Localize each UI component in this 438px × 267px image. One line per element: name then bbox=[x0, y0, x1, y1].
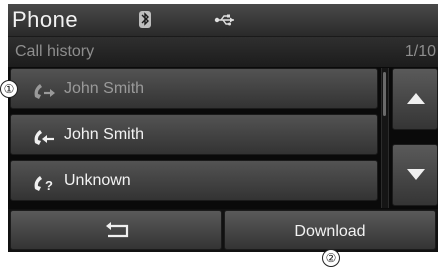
scroll-down-button[interactable] bbox=[392, 144, 438, 206]
phone-screen: Phone Call history 1/10 John Smith John … bbox=[8, 4, 438, 252]
call-name: Unknown bbox=[64, 172, 131, 189]
download-label: Download bbox=[294, 223, 366, 240]
call-name: John Smith bbox=[64, 126, 145, 143]
call-name: John Smith bbox=[64, 80, 145, 97]
usb-icon bbox=[214, 14, 234, 26]
scrollbar-thumb[interactable] bbox=[383, 72, 386, 116]
call-history-header: Call history 1/10 bbox=[8, 37, 438, 67]
call-row-2[interactable]: John Smith bbox=[10, 114, 378, 155]
outgoing-call-icon bbox=[34, 84, 55, 99]
missed-call-icon: ? bbox=[34, 176, 53, 193]
call-row-1[interactable]: John Smith bbox=[10, 68, 378, 109]
svg-text:?: ? bbox=[45, 178, 53, 193]
call-history-title: Call history bbox=[15, 43, 95, 60]
arrow-up-icon bbox=[407, 93, 425, 104]
call-row-3[interactable]: ? Unknown bbox=[10, 160, 378, 201]
arrow-down-icon bbox=[407, 169, 425, 180]
status-bar: Phone bbox=[8, 4, 438, 37]
page-title: Phone bbox=[12, 7, 79, 32]
page-indicator: 1/10 bbox=[404, 43, 436, 60]
download-button[interactable]: Download bbox=[224, 210, 436, 250]
scroll-up-button[interactable] bbox=[392, 68, 438, 130]
back-button[interactable] bbox=[10, 210, 222, 250]
incoming-call-icon bbox=[34, 130, 54, 145]
callout-1: ① bbox=[0, 80, 18, 98]
back-icon bbox=[106, 222, 129, 238]
callout-2: ② bbox=[322, 249, 340, 267]
bluetooth-icon bbox=[139, 11, 151, 28]
